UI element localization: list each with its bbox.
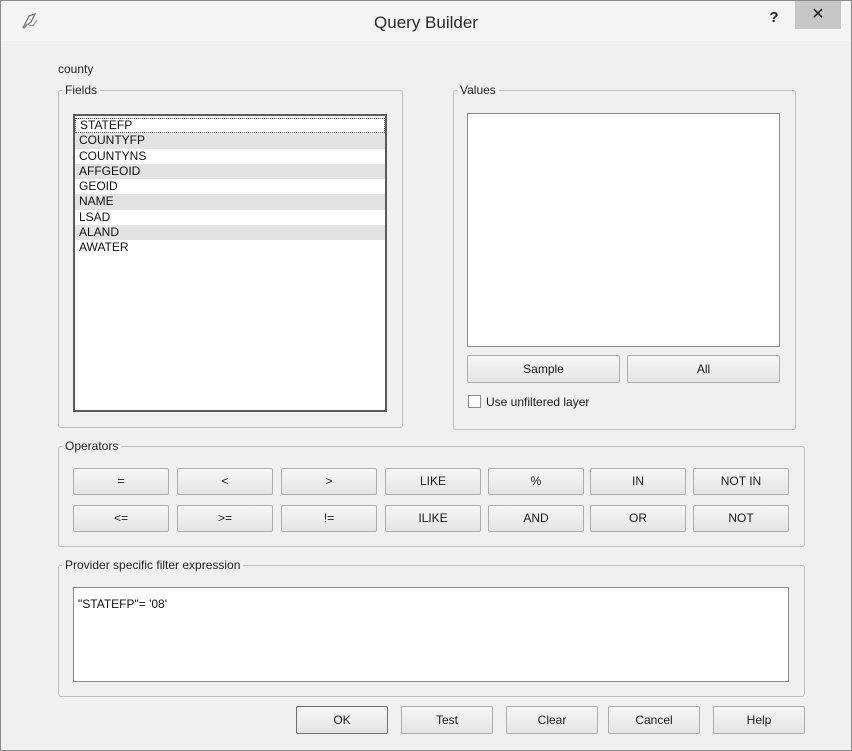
- field-item-geoid[interactable]: GEOID: [75, 179, 385, 194]
- operator-ilike-button[interactable]: ILIKE: [385, 505, 481, 532]
- operator-percent-button[interactable]: %: [488, 468, 584, 495]
- field-item-statefp[interactable]: STATEFP: [75, 118, 385, 134]
- operator-greater-equal-button[interactable]: >=: [177, 505, 273, 532]
- all-button[interactable]: All: [627, 355, 780, 383]
- operator-not-equal-button[interactable]: !=: [281, 505, 377, 532]
- clear-button[interactable]: Clear: [506, 706, 598, 734]
- operator-less-than-button[interactable]: <: [177, 468, 273, 495]
- operator-like-button[interactable]: LIKE: [385, 468, 481, 495]
- operator-or-button[interactable]: OR: [590, 505, 686, 532]
- use-unfiltered-label: Use unfiltered layer: [486, 395, 590, 409]
- operator-not-button[interactable]: NOT: [693, 505, 789, 532]
- operator-less-equal-button[interactable]: <=: [73, 505, 169, 532]
- window-title: Query Builder: [374, 13, 478, 32]
- field-item-countyns[interactable]: COUNTYNS: [75, 149, 385, 164]
- title-bar: Query Builder ? ✕: [1, 1, 851, 41]
- operator-equals-button[interactable]: =: [73, 468, 169, 495]
- field-item-countyfp[interactable]: COUNTYFP: [75, 133, 385, 149]
- sample-button[interactable]: Sample: [467, 355, 620, 383]
- values-list[interactable]: [467, 113, 780, 347]
- field-item-name[interactable]: NAME: [75, 194, 385, 210]
- operator-greater-than-button[interactable]: >: [281, 468, 377, 495]
- field-item-aland[interactable]: ALAND: [75, 225, 385, 241]
- use-unfiltered-checkbox[interactable]: [468, 395, 481, 408]
- fields-legend: Fields: [65, 83, 98, 97]
- fields-list[interactable]: STATEFP COUNTYFP COUNTYNS AFFGEOID GEOID…: [73, 114, 387, 412]
- close-button[interactable]: ✕: [795, 1, 841, 29]
- layer-name-label: county: [58, 62, 94, 76]
- operator-and-button[interactable]: AND: [488, 505, 584, 532]
- values-legend: Values: [460, 83, 496, 97]
- test-button[interactable]: Test: [401, 706, 493, 734]
- field-item-lsad[interactable]: LSAD: [75, 210, 385, 225]
- ok-button[interactable]: OK: [296, 706, 388, 734]
- operator-in-button[interactable]: IN: [590, 468, 686, 495]
- operator-not-in-button[interactable]: NOT IN: [693, 468, 789, 495]
- filter-expression-editor[interactable]: "STATEFP"= '08': [73, 587, 789, 682]
- field-item-awater[interactable]: AWATER: [75, 240, 385, 255]
- filter-expression-legend: Provider specific filter expression: [65, 558, 241, 572]
- help-icon[interactable]: ?: [763, 7, 785, 29]
- operators-legend: Operators: [65, 439, 119, 453]
- query-builder-dialog: Query Builder ? ✕ county Fields STATEFP …: [0, 0, 852, 751]
- cancel-button[interactable]: Cancel: [608, 706, 700, 734]
- help-button[interactable]: Help: [713, 706, 805, 734]
- field-item-affgeoid[interactable]: AFFGEOID: [75, 163, 385, 180]
